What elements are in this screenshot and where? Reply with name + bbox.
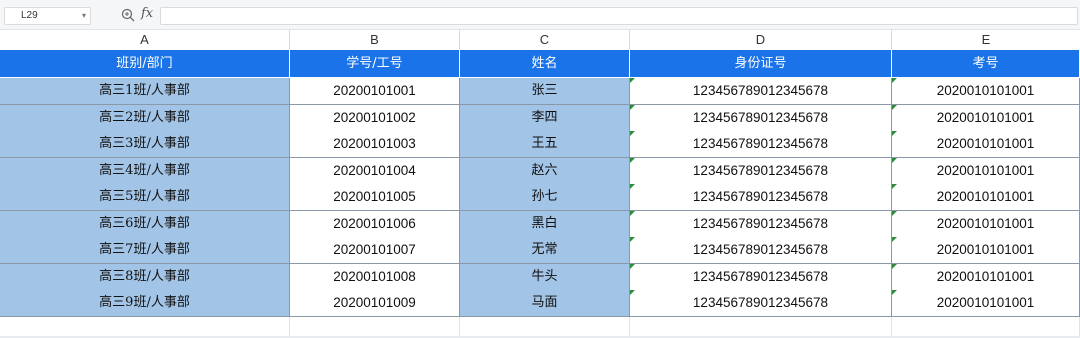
table-cell[interactable]: 孙七 bbox=[460, 184, 630, 211]
table-cell[interactable]: 20200101007 bbox=[290, 237, 460, 264]
empty-cell[interactable] bbox=[460, 316, 630, 337]
table-cell[interactable]: 张三 bbox=[460, 78, 630, 105]
table-cell[interactable]: 20200101005 bbox=[290, 184, 460, 211]
table-cell[interactable]: 黑白 bbox=[460, 210, 630, 238]
table-cell[interactable]: 123456789012345678 bbox=[630, 290, 892, 317]
table-row: 高三3班/人事部 20200101003 王五 123456789012345678 2… bbox=[0, 131, 1080, 158]
chevron-down-icon[interactable]: ▾ bbox=[82, 8, 86, 24]
cell-reference: L29 bbox=[21, 10, 38, 21]
header-cell[interactable]: 学号/工号 bbox=[290, 50, 460, 78]
table-cell[interactable]: 123456789012345678 bbox=[630, 104, 892, 132]
header-cell[interactable]: 考号 bbox=[892, 50, 1080, 78]
table-cell[interactable]: 20200101002 bbox=[290, 104, 460, 132]
table-row: 高三1班/人事部 20200101001 张三 123456789012345678 2… bbox=[0, 78, 1080, 105]
table-cell[interactable]: 2020010101001 bbox=[892, 131, 1080, 158]
table-cell[interactable]: 123456789012345678 bbox=[630, 78, 892, 105]
empty-cell[interactable] bbox=[290, 316, 460, 337]
table-cell[interactable]: 123456789012345678 bbox=[630, 237, 892, 264]
empty-cell[interactable] bbox=[0, 316, 290, 337]
table-cell[interactable]: 高三1班/人事部 bbox=[0, 78, 290, 105]
empty-cell[interactable] bbox=[892, 316, 1080, 337]
table-cell[interactable]: 高三9班/人事部 bbox=[0, 290, 290, 317]
table-cell[interactable]: 20200101006 bbox=[290, 210, 460, 238]
table-cell[interactable]: 2020010101001 bbox=[892, 78, 1080, 105]
table-cell[interactable]: 王五 bbox=[460, 131, 630, 158]
table-cell[interactable]: 高三5班/人事部 bbox=[0, 184, 290, 211]
table-cell[interactable]: 2020010101001 bbox=[892, 290, 1080, 317]
table-row: 高三5班/人事部 20200101005 孙七 123456789012345678 2… bbox=[0, 184, 1080, 211]
column-headers: A B C D E bbox=[0, 30, 1080, 50]
table-cell[interactable]: 20200101008 bbox=[290, 263, 460, 291]
column-header-a[interactable]: A bbox=[0, 30, 290, 50]
table-cell[interactable]: 123456789012345678 bbox=[630, 263, 892, 291]
table-cell[interactable]: 123456789012345678 bbox=[630, 184, 892, 211]
table-cell[interactable]: 李四 bbox=[460, 104, 630, 132]
table-cell[interactable]: 123456789012345678 bbox=[630, 131, 892, 158]
table-row: 高三4班/人事部 20200101004 赵六 123456789012345678 2… bbox=[0, 157, 1080, 185]
table-cell[interactable]: 2020010101001 bbox=[892, 104, 1080, 132]
column-header-b[interactable]: B bbox=[290, 30, 460, 50]
table-cell[interactable]: 20200101009 bbox=[290, 290, 460, 317]
formula-bar: L29 ▾ fx bbox=[0, 0, 1080, 30]
table-cell[interactable]: 20200101003 bbox=[290, 131, 460, 158]
empty-cell[interactable] bbox=[630, 316, 892, 337]
fx-icon[interactable]: fx bbox=[141, 6, 153, 21]
empty-row bbox=[0, 316, 1080, 337]
table-row: 高三2班/人事部 20200101002 李四 123456789012345678 2… bbox=[0, 104, 1080, 132]
name-box[interactable]: L29 ▾ bbox=[4, 7, 91, 25]
formula-input[interactable] bbox=[160, 7, 1078, 25]
table-cell[interactable]: 20200101004 bbox=[290, 157, 460, 185]
column-header-d[interactable]: D bbox=[630, 30, 892, 50]
table-cell[interactable]: 高三6班/人事部 bbox=[0, 210, 290, 238]
header-cell[interactable]: 姓名 bbox=[460, 50, 630, 78]
table-cell[interactable]: 2020010101001 bbox=[892, 263, 1080, 291]
table-cell[interactable]: 20200101001 bbox=[290, 78, 460, 105]
table-cell[interactable]: 高三3班/人事部 bbox=[0, 131, 290, 158]
table-row: 高三9班/人事部 20200101009 马面 123456789012345678 2… bbox=[0, 290, 1080, 317]
column-header-e[interactable]: E bbox=[892, 30, 1080, 50]
table-cell[interactable]: 马面 bbox=[460, 290, 630, 317]
table-cell[interactable]: 123456789012345678 bbox=[630, 157, 892, 185]
table-cell[interactable]: 高三4班/人事部 bbox=[0, 157, 290, 185]
table-row: 高三8班/人事部 20200101008 牛头 123456789012345678 2… bbox=[0, 263, 1080, 291]
column-header-c[interactable]: C bbox=[460, 30, 630, 50]
table-cell[interactable]: 高三7班/人事部 bbox=[0, 237, 290, 264]
header-cell[interactable]: 班别/部门 bbox=[0, 50, 290, 78]
table-cell[interactable]: 123456789012345678 bbox=[630, 210, 892, 238]
header-cell[interactable]: 身份证号 bbox=[630, 50, 892, 78]
table-cell[interactable]: 2020010101001 bbox=[892, 184, 1080, 211]
table-cell[interactable]: 2020010101001 bbox=[892, 210, 1080, 238]
zoom-icon[interactable] bbox=[121, 8, 135, 22]
table-cell[interactable]: 赵六 bbox=[460, 157, 630, 185]
table-cell[interactable]: 牛头 bbox=[460, 263, 630, 291]
table-row: 高三6班/人事部 20200101006 黑白 123456789012345678 2… bbox=[0, 210, 1080, 238]
table-cell[interactable]: 2020010101001 bbox=[892, 157, 1080, 185]
table-cell[interactable]: 高三8班/人事部 bbox=[0, 263, 290, 291]
table-row: 高三7班/人事部 20200101007 无常 123456789012345678 2… bbox=[0, 237, 1080, 264]
table-cell[interactable]: 高三2班/人事部 bbox=[0, 104, 290, 132]
table-cell[interactable]: 无常 bbox=[460, 237, 630, 264]
header-row: 班别/部门 学号/工号 姓名 身份证号 考号 bbox=[0, 50, 1080, 78]
table-cell[interactable]: 2020010101001 bbox=[892, 237, 1080, 264]
